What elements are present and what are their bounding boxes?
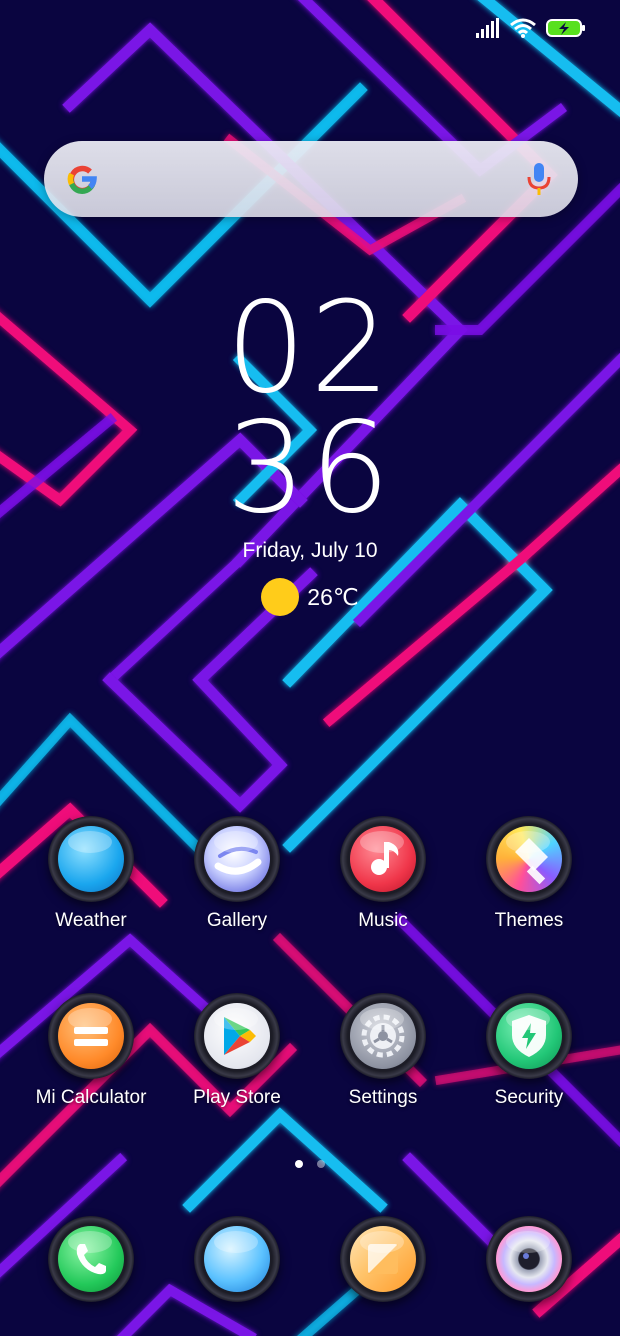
- app-label-themes: Themes: [494, 910, 564, 931]
- date-label[interactable]: Friday, July 10: [0, 539, 620, 563]
- calculator-icon: [58, 1003, 124, 1069]
- status-bar: [476, 14, 586, 42]
- page-indicator: [0, 1160, 620, 1168]
- app-settings[interactable]: Settings: [310, 993, 456, 1109]
- settings-gear-icon: [350, 1003, 416, 1069]
- themes-icon-frame: [486, 816, 572, 902]
- app-label-music: Music: [358, 910, 408, 931]
- camera-icon-frame: [486, 1216, 572, 1302]
- calculator-icon-frame: [48, 993, 134, 1079]
- battery-charging-icon: [546, 19, 585, 37]
- page-dot-1[interactable]: [295, 1160, 303, 1168]
- settings-icon-frame: [340, 993, 426, 1079]
- page-dot-2[interactable]: [317, 1160, 325, 1168]
- music-icon: [350, 826, 416, 892]
- phone-icon-frame: [48, 1216, 134, 1302]
- security-shield-icon: [496, 1003, 562, 1069]
- app-mi-calculator[interactable]: Mi Calculator: [18, 993, 164, 1109]
- weather-widget[interactable]: 26℃: [0, 578, 620, 616]
- app-label-weather: Weather: [55, 910, 127, 931]
- music-icon-frame: [340, 816, 426, 902]
- app-label-play-store: Play Store: [193, 1087, 281, 1108]
- dock-phone[interactable]: [18, 1216, 164, 1302]
- browser-icon-frame: [340, 1216, 426, 1302]
- google-search-bar[interactable]: [44, 141, 578, 217]
- phone-icon: [58, 1226, 124, 1292]
- app-label-security: Security: [494, 1087, 564, 1108]
- app-weather[interactable]: Weather: [18, 816, 164, 932]
- play-store-icon: [204, 1003, 270, 1069]
- app-label-gallery: Gallery: [206, 910, 268, 931]
- browser-icon: [350, 1226, 416, 1292]
- dock-camera[interactable]: [456, 1216, 602, 1302]
- app-gallery[interactable]: Gallery: [164, 816, 310, 932]
- google-g-icon: [67, 165, 97, 194]
- app-music[interactable]: Music: [310, 816, 456, 932]
- dock-browser[interactable]: [310, 1216, 456, 1302]
- app-themes[interactable]: Themes: [456, 816, 602, 932]
- dock-messages[interactable]: [164, 1216, 310, 1302]
- gallery-icon-frame: [194, 816, 280, 902]
- wifi-icon: [510, 18, 536, 38]
- security-icon-frame: [486, 993, 572, 1079]
- microphone-icon[interactable]: [526, 161, 552, 197]
- play-store-icon-frame: [194, 993, 280, 1079]
- messages-icon-frame: [194, 1216, 280, 1302]
- app-security[interactable]: Security: [456, 993, 602, 1109]
- app-label-mi-calculator: Mi Calculator: [35, 1087, 147, 1108]
- signal-bars-icon: [476, 18, 499, 38]
- themes-icon: [496, 826, 562, 892]
- search-input[interactable]: [118, 161, 478, 197]
- sun-icon: [261, 578, 300, 616]
- weather-icon-frame: [48, 816, 134, 902]
- messages-icon: [204, 1226, 270, 1292]
- camera-icon: [496, 1226, 562, 1292]
- gallery-icon: [204, 826, 270, 892]
- app-label-settings: Settings: [348, 1087, 418, 1108]
- temperature: 26℃: [307, 583, 359, 610]
- app-play-store[interactable]: Play Store: [164, 993, 310, 1109]
- clock-minutes[interactable]: 36: [0, 405, 620, 531]
- clock-hours[interactable]: 02: [0, 285, 620, 411]
- weather-icon: [58, 826, 124, 892]
